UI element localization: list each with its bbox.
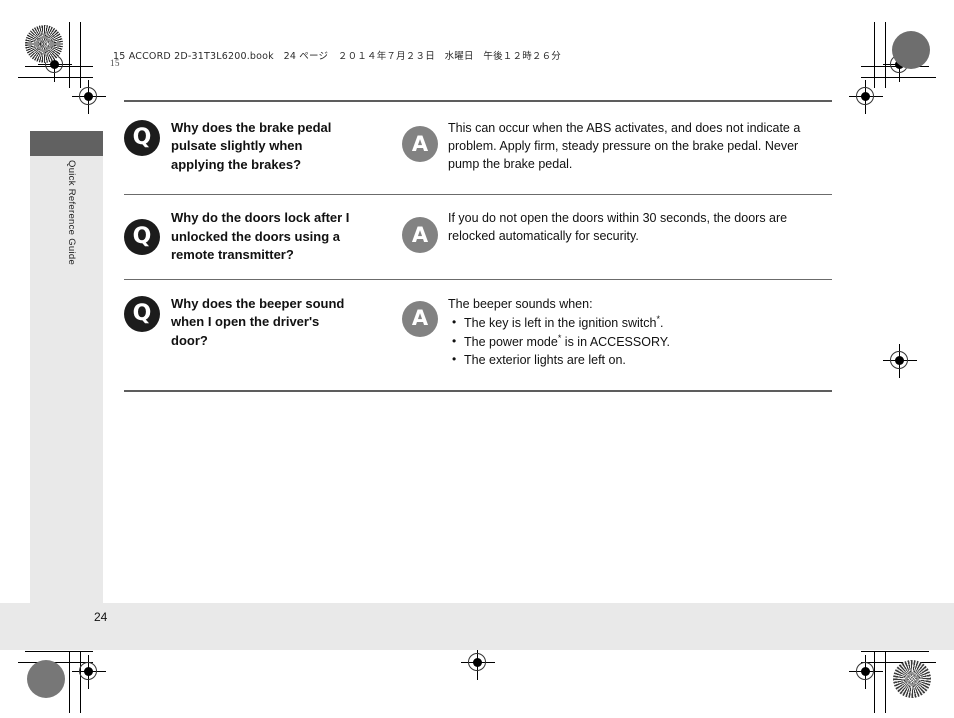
registration-target-icon xyxy=(72,80,106,114)
bullet-text: The exterior lights are left on. xyxy=(464,353,626,368)
question-cell: Q Why does the beeper sound when I open … xyxy=(124,295,402,350)
list-item: The power mode* is in ACCESSORY. xyxy=(452,332,670,352)
registration-target-icon xyxy=(461,646,495,680)
crop-mark xyxy=(861,651,929,652)
halftone-patch xyxy=(25,25,63,63)
side-tab-label: Quick Reference Guide xyxy=(66,160,77,266)
answer-badge-icon: A xyxy=(402,217,438,254)
registration-target-icon xyxy=(849,655,883,689)
side-thumb-tab xyxy=(30,131,103,156)
registration-target-icon xyxy=(849,80,883,114)
crop-mark xyxy=(874,22,875,88)
question-badge-icon: Q xyxy=(124,295,160,332)
question-cell: Q Why does the brake pedal pulsate sligh… xyxy=(124,119,402,174)
question-badge-icon: Q xyxy=(124,120,160,156)
bullet-text-tail: is in ACCESSORY. xyxy=(561,334,670,349)
question-badge-icon: Q xyxy=(124,219,160,256)
faq-row: Q Why do the doors lock after I unlocked… xyxy=(124,195,832,278)
bullet-text: The key is left in the ignition switch xyxy=(464,315,657,330)
crop-mark xyxy=(80,22,81,88)
faq-row: Q Why does the brake pedal pulsate sligh… xyxy=(124,102,832,194)
divider xyxy=(124,390,832,393)
bullet-text-tail: . xyxy=(659,315,664,330)
answer-bullet-list: The key is left in the ignition switch*.… xyxy=(448,313,670,370)
density-patch xyxy=(892,31,930,69)
halftone-patch xyxy=(893,660,931,698)
answer-badge-icon: A xyxy=(402,126,438,162)
list-item: The exterior lights are left on. xyxy=(452,350,670,370)
running-header: 15 ACCORD 2D-31T3L6200.book 24 ページ ２０１４年… xyxy=(113,51,562,62)
page-number: 24 xyxy=(94,610,108,624)
faq-section: Q Why does the brake pedal pulsate sligh… xyxy=(124,100,832,393)
crop-mark xyxy=(885,651,886,713)
crop-mark xyxy=(25,651,93,652)
question-cell: Q Why do the doors lock after I unlocked… xyxy=(124,209,402,264)
answer-body: The beeper sounds when: The key is left … xyxy=(448,295,670,370)
answer-text: If you do not open the doors within 30 s… xyxy=(448,211,788,244)
question-text: Why does the beeper sound when I open th… xyxy=(171,295,345,348)
crop-mark xyxy=(69,651,70,713)
registration-target-icon xyxy=(72,655,106,689)
answer-text: The beeper sounds when: xyxy=(448,296,593,311)
list-item: The key is left in the ignition switch*. xyxy=(452,313,670,333)
registration-target-icon xyxy=(883,344,917,378)
answer-cell: A If you do not open the doors within 30… xyxy=(402,209,832,254)
bullet-text: The power mode xyxy=(464,334,558,349)
answer-cell: A This can occur when the ABS activates,… xyxy=(402,119,832,173)
question-text: Why does the brake pedal pulsate slightl… xyxy=(171,120,332,172)
answer-cell: A The beeper sounds when: The key is lef… xyxy=(402,295,832,370)
manual-page: 15 15 ACCORD 2D-31T3L6200.book 24 ページ ２０… xyxy=(0,0,954,718)
faq-row: Q Why does the beeper sound when I open … xyxy=(124,280,832,390)
footer-band xyxy=(0,603,954,650)
question-text: Why do the doors lock after I unlocked t… xyxy=(171,210,350,263)
answer-text: This can occur when the ABS activates, a… xyxy=(448,121,801,172)
answer-badge-icon: A xyxy=(402,300,438,337)
density-patch xyxy=(27,660,65,698)
